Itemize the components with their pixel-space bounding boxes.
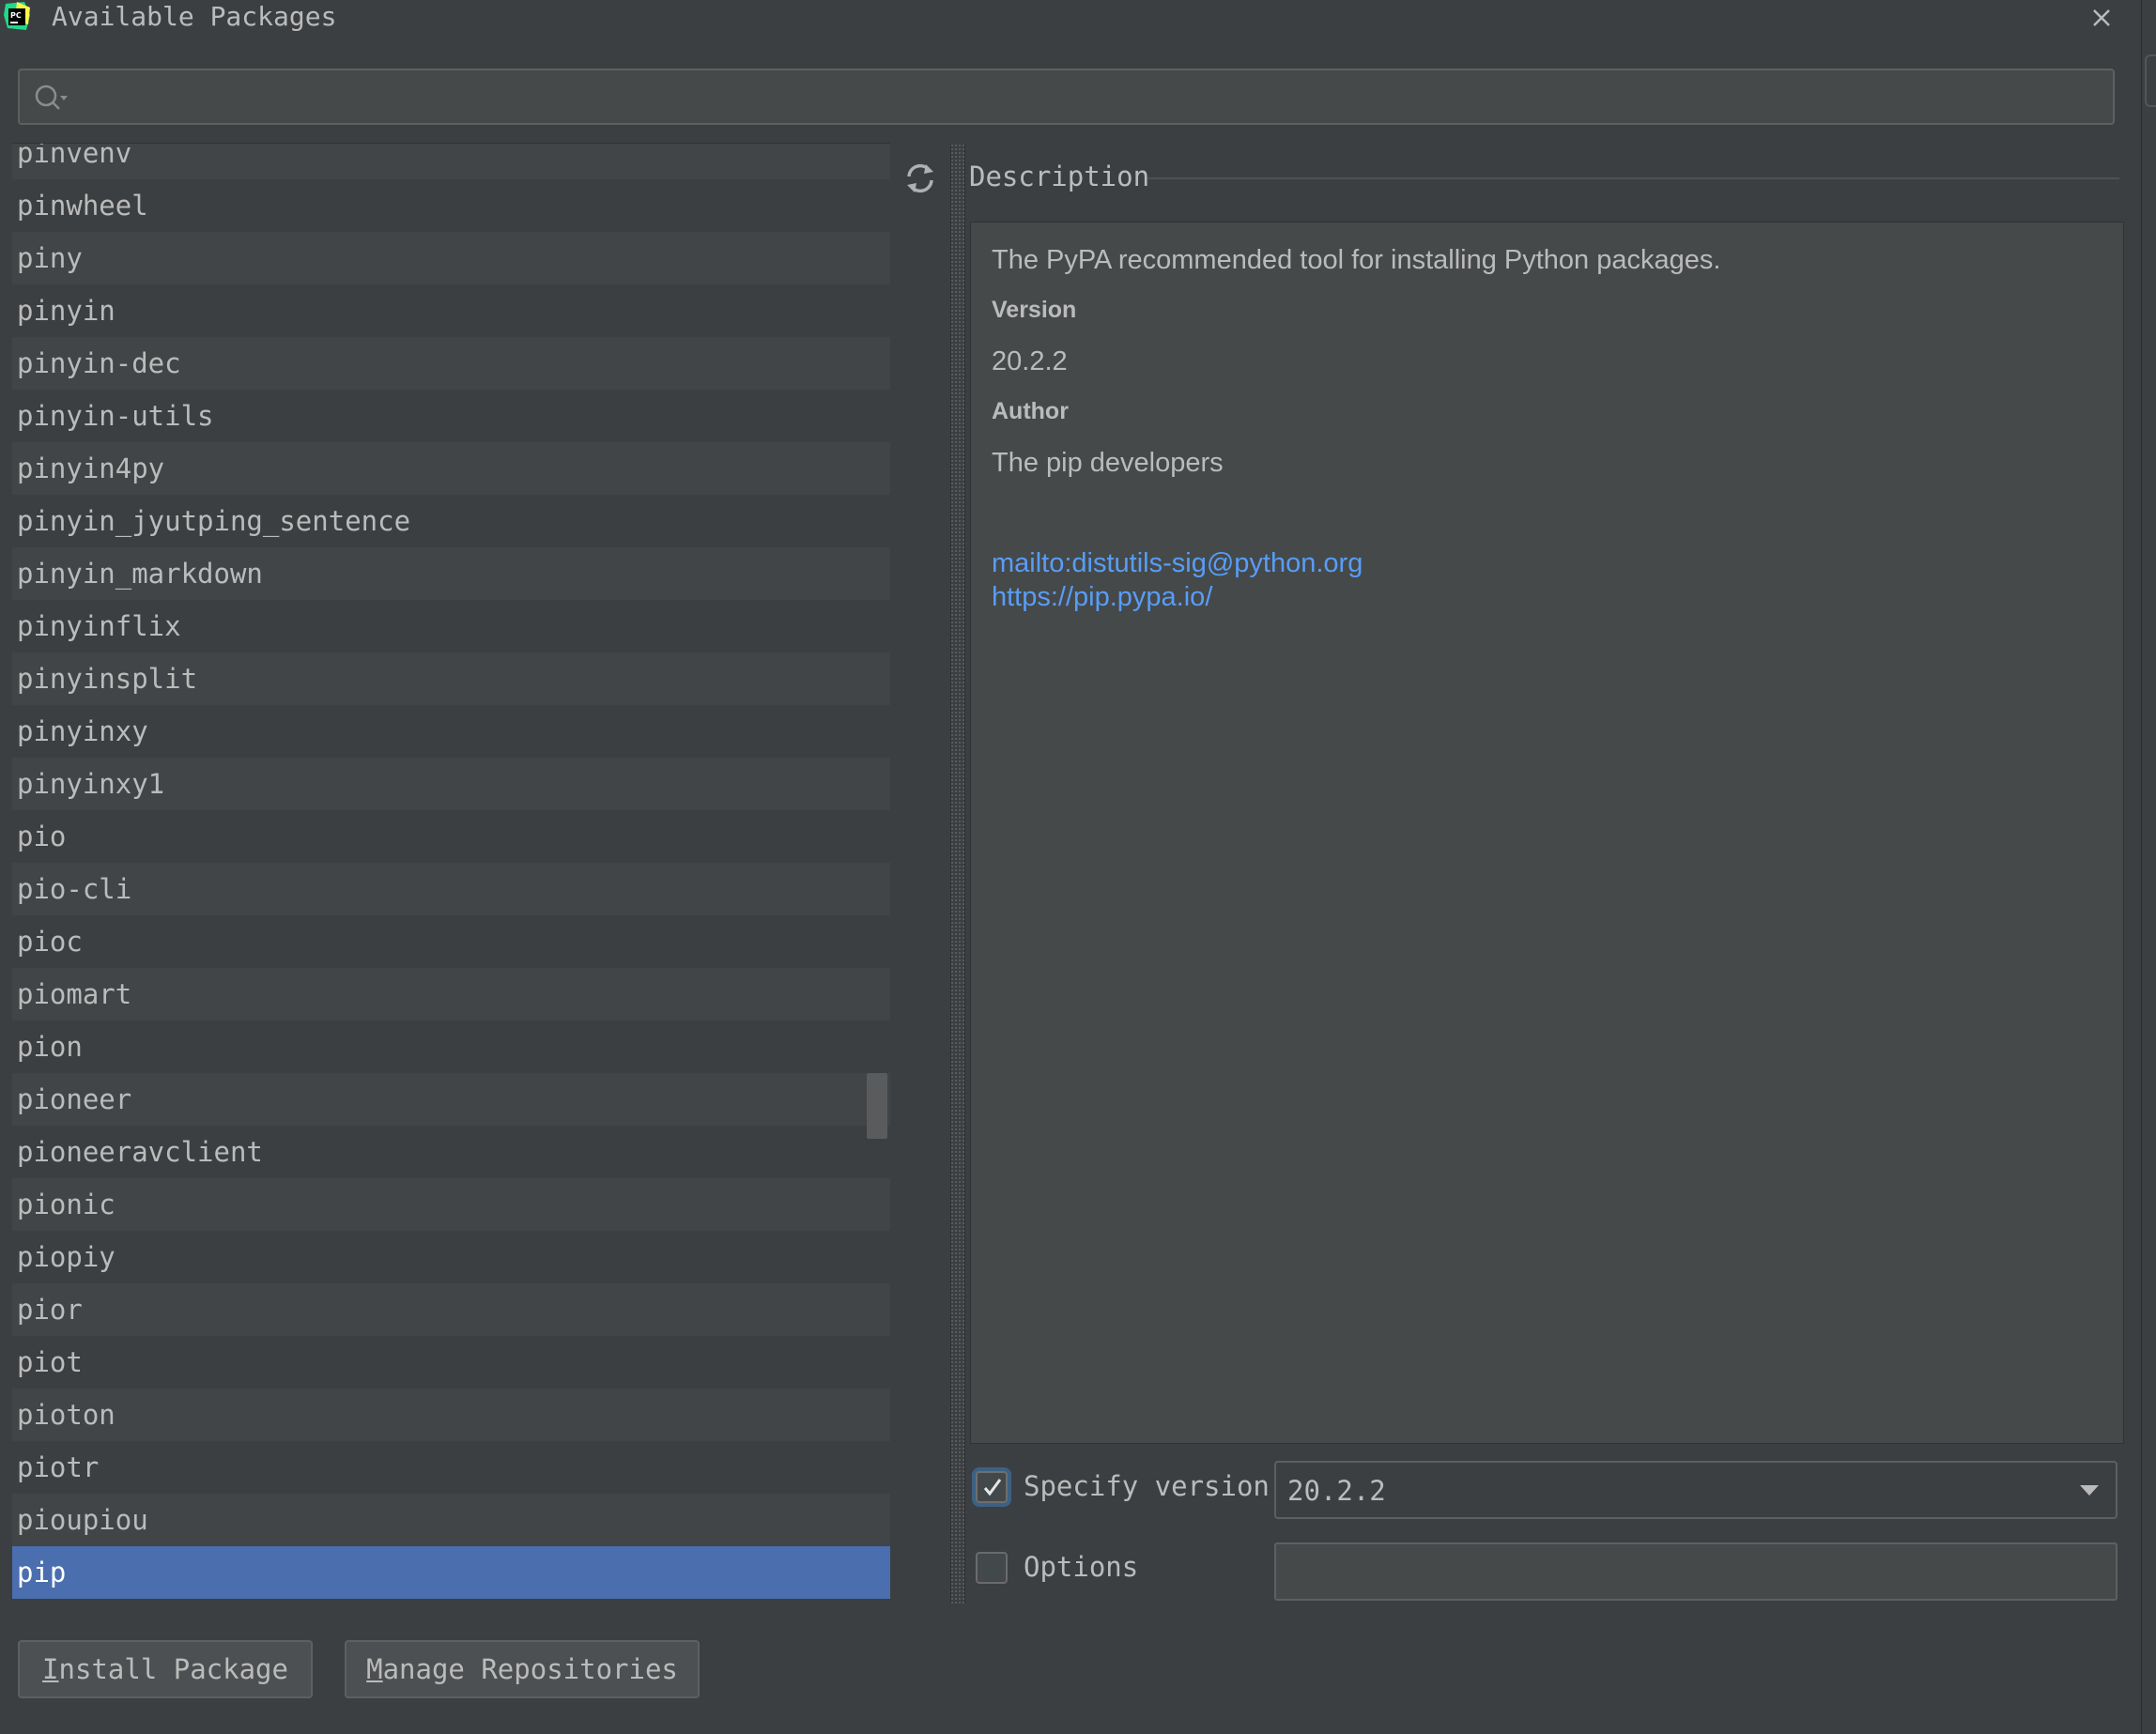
package-row[interactable]: piot xyxy=(12,1336,890,1389)
package-row[interactable]: pioc xyxy=(12,915,890,968)
package-row[interactable]: piopiy xyxy=(12,1231,890,1283)
package-row[interactable]: pioton xyxy=(12,1389,890,1441)
package-row[interactable]: pinyin_markdown xyxy=(12,547,890,600)
manage-label: anage Repositories xyxy=(382,1653,678,1685)
description-divider xyxy=(1147,177,2119,179)
package-row[interactable]: pioupiou xyxy=(12,1494,890,1546)
author-email-link[interactable]: mailto:distutils-sig@python.org xyxy=(992,546,1363,580)
refresh-icon[interactable] xyxy=(901,160,939,197)
package-row[interactable]: piotr xyxy=(12,1441,890,1494)
package-row[interactable]: pioneer xyxy=(12,1073,890,1126)
package-row[interactable]: pinyin-dec xyxy=(12,337,890,390)
version-dropdown[interactable]: 20.2.2 xyxy=(1274,1461,2118,1519)
package-row-selected[interactable]: pip xyxy=(12,1546,890,1599)
pycharm-app-icon: PC xyxy=(4,2,30,30)
package-row[interactable]: pinwheel xyxy=(12,179,890,232)
version-value: 20.2.2 xyxy=(992,346,1068,376)
package-summary: The PyPA recommended tool for installing… xyxy=(992,245,1721,275)
list-scrollbar-thumb[interactable] xyxy=(867,1073,887,1139)
svg-text:PC: PC xyxy=(10,11,22,20)
window-title: Available Packages xyxy=(52,1,337,32)
package-row[interactable]: pinyin xyxy=(12,284,890,337)
author-value: The pip developers xyxy=(992,448,1224,478)
package-row[interactable]: pinyin4py xyxy=(12,442,890,495)
package-list[interactable]: pinvenv pinwheel piny pinyin pinyin-dec pinyi… xyxy=(12,144,890,1604)
package-row[interactable]: pio-cli xyxy=(12,863,890,915)
specify-version-checkbox[interactable] xyxy=(976,1471,1008,1503)
close-icon[interactable] xyxy=(2087,3,2117,33)
author-heading: Author xyxy=(992,398,1069,424)
install-mnemonic: I xyxy=(42,1653,59,1685)
package-row[interactable]: pionic xyxy=(12,1178,890,1231)
description-label: Description xyxy=(969,161,1150,192)
manage-repositories-button[interactable]: Manage Repositories xyxy=(345,1640,700,1698)
package-row[interactable]: piny xyxy=(12,232,890,284)
specify-version-label[interactable]: Specify version xyxy=(1024,1467,1270,1505)
version-dropdown-value: 20.2.2 xyxy=(1287,1475,1386,1507)
package-row[interactable]: pinyinsplit xyxy=(12,652,890,705)
package-row[interactable]: pinyin-utils xyxy=(12,390,890,442)
homepage-link[interactable]: https://pip.pypa.io/ xyxy=(992,580,1212,614)
title-bar: PC Available Packages xyxy=(0,0,2156,36)
install-label: nstall Package xyxy=(58,1653,288,1685)
manage-mnemonic: M xyxy=(366,1653,383,1685)
search-input[interactable] xyxy=(18,69,2115,125)
description-panel: The PyPA recommended tool for installing… xyxy=(970,222,2124,1444)
package-row[interactable]: pior xyxy=(12,1283,890,1336)
version-heading: Version xyxy=(992,297,1077,323)
options-label[interactable]: Options xyxy=(1024,1548,1138,1586)
package-row[interactable]: pio xyxy=(12,810,890,863)
package-row[interactable]: pioneeravclient xyxy=(12,1126,890,1178)
install-package-button[interactable]: Install Package xyxy=(18,1640,313,1698)
panel-splitter[interactable] xyxy=(950,144,965,1604)
package-row[interactable]: piomart xyxy=(12,968,890,1020)
options-checkbox[interactable] xyxy=(976,1552,1008,1584)
package-row[interactable]: pinyinxy1 xyxy=(12,758,890,810)
package-row[interactable]: pinyinflix xyxy=(12,600,890,652)
package-row[interactable]: pion xyxy=(12,1020,890,1073)
search-icon[interactable] xyxy=(33,83,70,115)
chevron-down-icon xyxy=(2080,1485,2099,1496)
window-edge xyxy=(2141,0,2156,1734)
checkmark-icon xyxy=(983,1479,1002,1496)
package-row[interactable]: pinvenv xyxy=(12,144,890,179)
package-row[interactable]: pinyinxy xyxy=(12,705,890,758)
package-row[interactable]: pinyin_jyutping_sentence xyxy=(12,495,890,547)
options-field[interactable] xyxy=(1274,1542,2118,1601)
